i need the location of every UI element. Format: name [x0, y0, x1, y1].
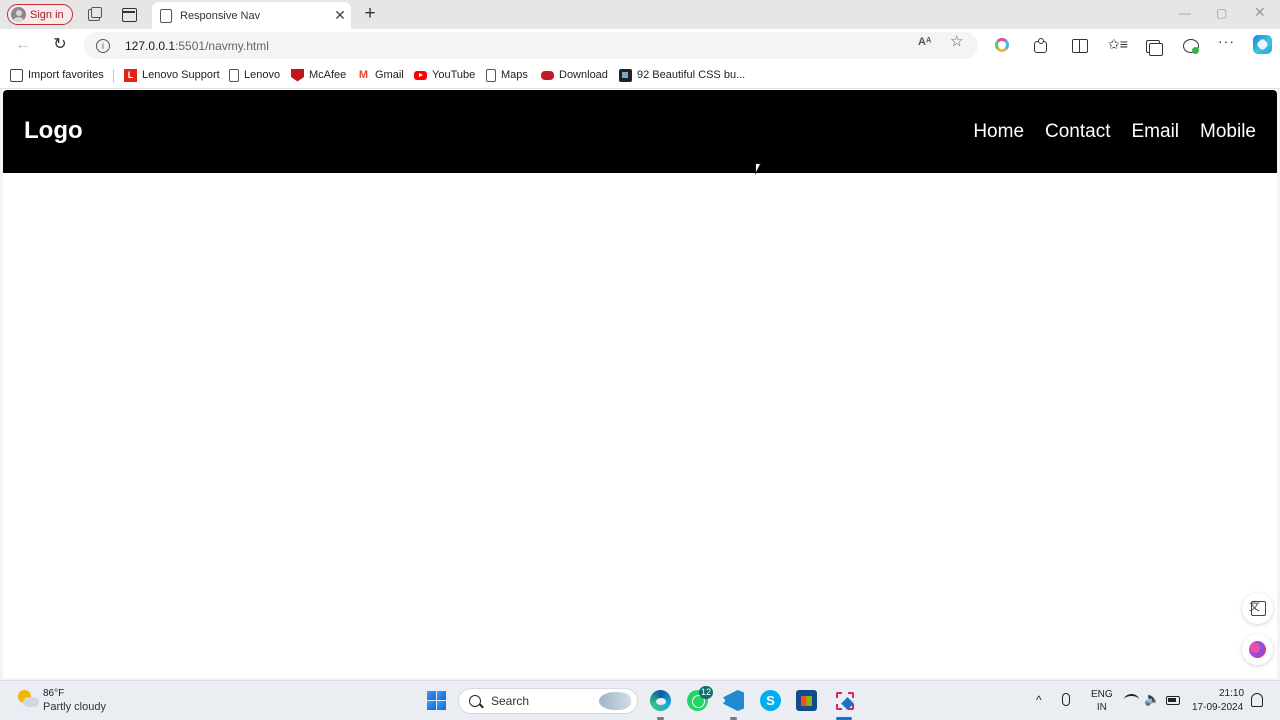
ai-assistant-icon[interactable] — [1242, 634, 1273, 665]
windows-start-icon[interactable] — [427, 691, 446, 710]
performance-icon[interactable] — [1182, 37, 1199, 54]
wifi-icon[interactable] — [1124, 694, 1139, 706]
address-bar[interactable]: i 127.0.0.1:5501/navmy.html — [84, 32, 978, 59]
clock-date[interactable]: 17-09-2024 — [1192, 702, 1243, 713]
whatsapp-unread-badge: 12 — [699, 686, 714, 699]
sign-in-button[interactable]: Sign in — [7, 4, 73, 25]
edge-icon[interactable] — [650, 690, 671, 711]
favorites-divider — [113, 69, 114, 83]
tab-actions-icon[interactable] — [121, 6, 137, 22]
favorite-label: 92 Beautiful CSS bu... — [637, 69, 746, 81]
nav-links: Home Contact Email Mobile — [973, 121, 1256, 143]
url-text[interactable]: 127.0.0.1:5501/navmy.html — [125, 39, 269, 53]
close-window-button[interactable]: ✕ — [1254, 4, 1266, 21]
css-icon — [619, 68, 632, 82]
extensions-icon[interactable] — [1032, 37, 1049, 54]
favorite-youtube[interactable]: YouTube — [414, 67, 475, 83]
translate-icon[interactable] — [1242, 593, 1273, 624]
nav-link-mobile[interactable]: Mobile — [1200, 121, 1256, 143]
browser-toolbar: ← ↻ i 127.0.0.1:5501/navmy.html Aᴬ ☆ ✩≡ … — [0, 29, 1280, 62]
favorite-import[interactable]: Import favorites — [10, 67, 104, 83]
gmail-icon: M — [358, 68, 369, 81]
clock-time[interactable]: 21:10 — [1219, 688, 1244, 699]
mcafee-icon — [291, 68, 304, 82]
favorites-bar: Import favorites L Lenovo Support Lenovo… — [0, 62, 1280, 89]
new-tab-button[interactable]: + — [360, 4, 380, 24]
search-icon — [469, 695, 481, 707]
copilot-icon[interactable] — [1253, 35, 1272, 54]
favorite-label: Download — [559, 69, 608, 81]
tab-strip: Sign in Responsive Nav ✕ + — ▢ ✕ — [0, 0, 1280, 29]
add-favorite-star-icon[interactable]: ☆ — [950, 32, 963, 50]
favorite-label: Lenovo Support — [142, 69, 220, 81]
input-language[interactable]: ENG IN — [1091, 688, 1113, 714]
favorite-label: YouTube — [432, 69, 476, 81]
favorites-icon[interactable]: ✩≡ — [1108, 36, 1128, 53]
site-logo[interactable]: Logo — [24, 117, 83, 145]
store-icon[interactable] — [796, 690, 817, 711]
site-info-icon[interactable]: i — [96, 38, 110, 53]
favorite-mcafee[interactable]: McAfee — [291, 67, 346, 83]
favorite-label: McAfee — [309, 69, 347, 81]
more-options-icon[interactable]: ··· — [1218, 34, 1235, 52]
favorite-label: Import favorites — [28, 69, 104, 81]
page-viewport: Logo Home Contact Email Mobile — [3, 89, 1277, 678]
reload-icon[interactable]: ↻ — [50, 35, 70, 55]
favorite-lenovo[interactable]: Lenovo — [229, 67, 280, 83]
partly-cloudy-icon[interactable] — [16, 689, 39, 709]
favorite-label: Lenovo — [244, 69, 281, 81]
screen: Sign in Responsive Nav ✕ + — ▢ ✕ ← ↻ i 1… — [0, 0, 1280, 720]
nav-link-contact[interactable]: Contact — [1045, 121, 1110, 143]
import-icon — [10, 68, 23, 82]
page-icon — [160, 8, 172, 23]
gamepad-icon — [541, 70, 554, 80]
taskbar: 86°F Partly cloudy Search S ^ ENG IN 🔈 2… — [0, 680, 1280, 720]
favorite-download[interactable]: Download — [541, 67, 608, 83]
favorite-maps[interactable]: Maps — [486, 67, 528, 83]
nav-link-home[interactable]: Home — [973, 121, 1024, 143]
weather-description[interactable]: Partly cloudy — [43, 701, 106, 713]
read-aloud-icon[interactable]: Aᴬ — [918, 36, 931, 48]
lang-code: ENG — [1091, 689, 1113, 700]
weather-temperature[interactable]: 86°F — [43, 688, 64, 699]
nav-link-email[interactable]: Email — [1132, 121, 1180, 143]
search-label: Search — [491, 694, 530, 708]
search-highlight-icon — [599, 692, 631, 710]
back-arrow-icon[interactable]: ← — [13, 35, 33, 55]
split-screen-icon[interactable] — [1071, 37, 1088, 54]
microphone-icon[interactable] — [1062, 693, 1070, 706]
tab-responsive-nav[interactable]: Responsive Nav ✕ — [152, 2, 351, 29]
sign-in-label: Sign in — [30, 8, 64, 21]
tab-title: Responsive Nav — [180, 9, 261, 22]
browser-essentials-icon[interactable] — [995, 38, 1009, 52]
profile-avatar-icon — [11, 7, 26, 22]
vscode-icon[interactable] — [723, 690, 744, 711]
lenovo-icon: L — [124, 68, 137, 82]
favorite-gmail[interactable]: M Gmail — [357, 67, 404, 83]
show-hidden-icons-chevron-icon[interactable]: ^ — [1036, 693, 1042, 707]
collections-icon[interactable] — [1145, 37, 1163, 56]
battery-icon[interactable] — [1166, 696, 1180, 705]
tab-close-icon[interactable]: ✕ — [329, 7, 351, 24]
favorite-lenovo-support[interactable]: L Lenovo Support — [124, 67, 220, 83]
workspaces-icon[interactable] — [86, 6, 102, 22]
volume-icon[interactable]: 🔈 — [1144, 691, 1160, 707]
favorite-label: Maps — [501, 69, 528, 81]
taskbar-search[interactable]: Search — [458, 688, 638, 714]
mouse-cursor-icon — [755, 163, 762, 175]
page-icon — [486, 68, 496, 82]
site-navbar: Logo Home Contact Email Mobile — [3, 90, 1277, 173]
minimize-button[interactable]: — — [1179, 6, 1191, 20]
notifications-icon[interactable] — [1251, 693, 1263, 707]
snipping-tool-icon[interactable] — [833, 690, 854, 711]
youtube-icon — [414, 70, 427, 80]
favorite-css-buttons[interactable]: 92 Beautiful CSS bu... — [619, 67, 745, 83]
region-code: IN — [1096, 702, 1107, 713]
maximize-button[interactable]: ▢ — [1216, 6, 1227, 20]
favorite-label: Gmail — [375, 69, 404, 81]
page-icon — [229, 68, 239, 82]
skype-icon[interactable]: S — [760, 690, 781, 711]
